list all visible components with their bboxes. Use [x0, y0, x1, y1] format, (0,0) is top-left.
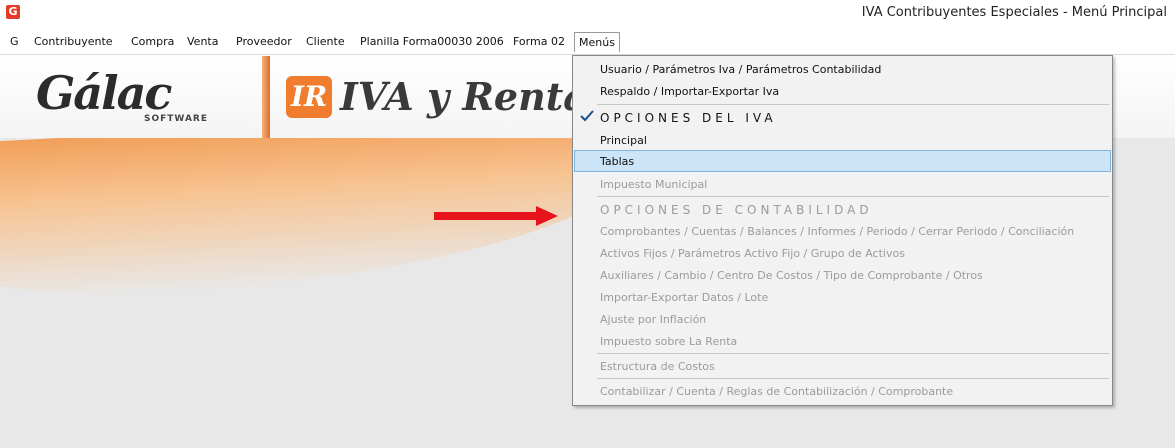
- menu-item-principal[interactable]: Principal: [574, 129, 1111, 151]
- menu-separator: [597, 104, 1109, 105]
- menu-proveedor[interactable]: Proveedor: [236, 35, 292, 48]
- menu-separator: [597, 378, 1109, 379]
- brand-tagline: SOFTWARE: [144, 114, 208, 124]
- title-bar: G IVA Contribuyentes Especiales - Menú P…: [0, 0, 1175, 26]
- menu-separator: [597, 353, 1109, 354]
- window-title: IVA Contribuyentes Especiales - Menú Pri…: [861, 5, 1167, 20]
- menu-compra[interactable]: Compra: [131, 35, 174, 48]
- red-arrow-right-icon: [434, 206, 558, 226]
- menu-venta[interactable]: Venta: [187, 35, 218, 48]
- galac-logo: Gálac SOFTWARE: [36, 66, 254, 130]
- app-icon[interactable]: G: [6, 5, 20, 19]
- menu-item-label: OPCIONES DEL IVA: [600, 111, 777, 125]
- logo-divider: [262, 56, 270, 138]
- menu-cliente[interactable]: Cliente: [306, 35, 345, 48]
- menu-item-estructura-costos[interactable]: Estructura de Costos: [574, 355, 1111, 377]
- menu-item-opciones-iva[interactable]: OPCIONES DEL IVA: [574, 106, 1111, 128]
- menu-bar: G Contribuyente Compra Venta Proveedor C…: [0, 31, 1175, 55]
- menu-item-contabilizar[interactable]: Contabilizar / Cuenta / Reglas de Contab…: [574, 380, 1111, 402]
- menu-planilla-forma[interactable]: Planilla Forma00030 2006: [360, 35, 504, 48]
- menu-item-impuesto-municipal[interactable]: Impuesto Municipal: [574, 173, 1111, 195]
- ir-badge-icon: IR: [286, 76, 332, 118]
- menu-menus[interactable]: Menús: [574, 32, 620, 52]
- menu-item-comprobantes[interactable]: Comprobantes / Cuentas / Balances / Info…: [574, 220, 1111, 242]
- menus-dropdown: Usuario / Parámetros Iva / Parámetros Co…: [572, 55, 1113, 406]
- menu-item-usuario-parametros[interactable]: Usuario / Parámetros Iva / Parámetros Co…: [574, 58, 1111, 80]
- menu-item-auxiliares[interactable]: Auxiliares / Cambio / Centro De Costos /…: [574, 264, 1111, 286]
- check-icon: [580, 110, 594, 122]
- menu-item-impuesto-renta[interactable]: Impuesto sobre La Renta: [574, 330, 1111, 352]
- menu-contribuyente[interactable]: Contribuyente: [34, 35, 113, 48]
- menu-forma-02[interactable]: Forma 02: [513, 35, 565, 48]
- brand-name: Gálac: [36, 66, 172, 120]
- menu-g[interactable]: G: [10, 35, 19, 48]
- menu-item-opciones-contabilidad[interactable]: OPCIONES DE CONTABILIDAD: [574, 198, 1111, 220]
- menu-item-tablas[interactable]: Tablas: [574, 150, 1111, 172]
- menu-item-activos-fijos[interactable]: Activos Fijos / Parámetros Activo Fijo /…: [574, 242, 1111, 264]
- menu-item-respaldo[interactable]: Respaldo / Importar-Exportar Iva: [574, 80, 1111, 102]
- menu-item-ajuste-inflacion[interactable]: Ajuste por Inflación: [574, 308, 1111, 330]
- menu-item-importar-exportar-datos[interactable]: Importar-Exportar Datos / Lote: [574, 286, 1111, 308]
- product-name: IVA y Renta: [340, 74, 588, 119]
- menu-separator: [597, 196, 1109, 197]
